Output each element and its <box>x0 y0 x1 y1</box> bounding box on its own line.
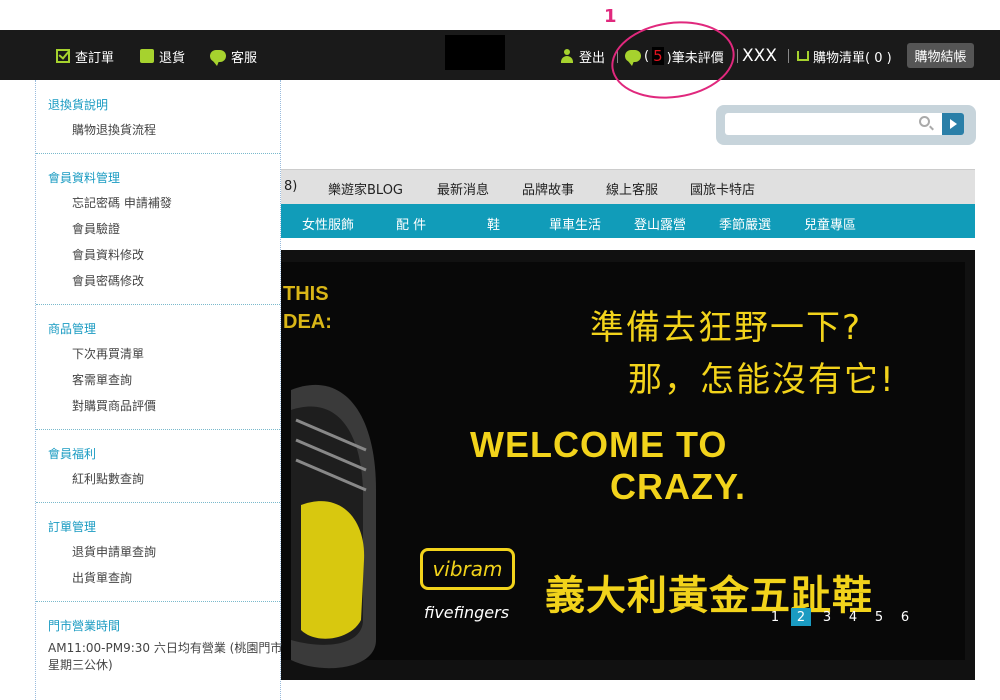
menu-item-return-process[interactable]: 購物退換貨流程 <box>72 121 156 138</box>
search-input[interactable] <box>725 113 943 135</box>
banner-left-text: THIS <box>283 283 329 305</box>
menu-item-edit-profile[interactable]: 會員資料修改 <box>72 246 144 263</box>
banner-page-3[interactable]: 3 <box>817 608 837 626</box>
store-hours-text: AM11:00-PM9:30 六日均有營業 (桃園門市 <box>48 641 283 655</box>
section-title-store-hours: 門市營業時間 <box>48 619 121 633</box>
shoe-illustration <box>291 384 376 669</box>
section-divider <box>36 304 280 305</box>
nav-item-blog[interactable]: 樂遊家BLOG <box>328 179 403 198</box>
separator <box>788 49 789 63</box>
checkout-button[interactable]: 購物結帳 <box>907 43 974 68</box>
cart-icon <box>797 51 809 61</box>
category-camping[interactable]: 登山露營 <box>634 214 686 233</box>
menu-item-member-verify[interactable]: 會員驗證 <box>72 220 120 237</box>
banner-welcome-line2: CRAZY. <box>610 466 747 507</box>
separator <box>737 49 738 63</box>
category-cycling[interactable]: 單車生活 <box>549 214 601 233</box>
section-title-returns[interactable]: 退換貨說明 <box>48 96 108 113</box>
banner-page-2-active[interactable]: 2 <box>791 608 811 626</box>
category-nav <box>281 204 975 238</box>
category-womens[interactable]: 女性服飾 <box>302 214 354 233</box>
section-title-benefits[interactable]: 會員福利 <box>48 445 96 462</box>
user-icon <box>560 49 574 63</box>
logout-label: 登出 <box>579 50 606 66</box>
orders-label: 查訂單 <box>75 50 115 66</box>
cart-link[interactable]: 購物清單( 0 ) <box>797 47 892 66</box>
banner-page-4[interactable]: 4 <box>843 608 863 626</box>
username: XXX <box>742 46 777 66</box>
section-title-products[interactable]: 商品管理 <box>48 320 96 337</box>
banner-left-text: DEA: <box>283 311 332 333</box>
support-label: 客服 <box>231 50 258 66</box>
vibram-logo: vibram <box>420 548 515 590</box>
banner-headline-line1: 準備去狂野一下? <box>590 308 863 348</box>
fivefingers-logo: fivefingers <box>424 603 510 622</box>
nav-item-news[interactable]: 最新消息 <box>437 179 489 198</box>
support-link[interactable]: 客服 <box>210 47 258 66</box>
store-hours-text: 星期三公休) <box>48 658 113 672</box>
nav-item-brand-story[interactable]: 品牌故事 <box>522 179 574 198</box>
section-divider <box>36 601 280 602</box>
return-bag-icon <box>140 49 154 63</box>
menu-item-return-request[interactable]: 退貨申請單查詢 <box>72 543 156 560</box>
menu-item-rate-products[interactable]: 對購買商品評價 <box>72 397 156 414</box>
menu-item-forgot-password[interactable]: 忘記密碼 申請補發 <box>72 194 172 211</box>
category-kids[interactable]: 兒童專區 <box>804 214 856 233</box>
section-divider <box>36 429 280 430</box>
menu-item-request-query[interactable]: 客需單查詢 <box>72 371 132 388</box>
logout-link[interactable]: 登出 <box>560 47 606 66</box>
banner-page-5[interactable]: 5 <box>869 608 889 626</box>
nav-item-online-support[interactable]: 線上客服 <box>606 179 658 198</box>
section-title-member-data[interactable]: 會員資料管理 <box>48 169 120 186</box>
menu-item-change-password[interactable]: 會員密碼修改 <box>72 272 144 289</box>
returns-link[interactable]: 退貨 <box>140 47 186 66</box>
banner-page-6[interactable]: 6 <box>895 608 915 626</box>
annotation-ellipse <box>606 13 740 107</box>
logo[interactable] <box>445 35 505 70</box>
banner-page-1[interactable]: 1 <box>765 608 785 626</box>
checkbox-icon <box>56 49 70 63</box>
nav-item-partial[interactable]: 8) <box>284 179 297 194</box>
section-divider <box>36 153 280 154</box>
category-shoes[interactable]: 鞋 <box>487 214 500 233</box>
magnifier-icon <box>919 116 930 127</box>
category-seasonal[interactable]: 季節嚴選 <box>719 214 771 233</box>
orders-link[interactable]: 查訂單 <box>56 47 115 66</box>
chat-bubble-icon <box>210 50 226 66</box>
search-submit-button[interactable] <box>942 113 964 135</box>
banner-headline-line2: 那，怎能沒有它! <box>628 360 896 400</box>
section-title-orders[interactable]: 訂單管理 <box>48 518 96 535</box>
menu-item-buy-later[interactable]: 下次再買清單 <box>72 345 144 362</box>
banner-welcome-line1: WELCOME TO <box>470 424 728 465</box>
annotation-number: 1 <box>604 6 617 27</box>
nav-item-travel-card[interactable]: 國旅卡特店 <box>690 179 755 198</box>
section-divider <box>36 502 280 503</box>
returns-label: 退貨 <box>159 50 186 66</box>
menu-item-bonus-points[interactable]: 紅利點數查詢 <box>72 470 144 487</box>
category-accessories[interactable]: 配 件 <box>396 214 426 233</box>
cart-label: 購物清單( 0 ) <box>813 50 892 66</box>
menu-item-shipping-query[interactable]: 出貨單查詢 <box>72 569 132 586</box>
